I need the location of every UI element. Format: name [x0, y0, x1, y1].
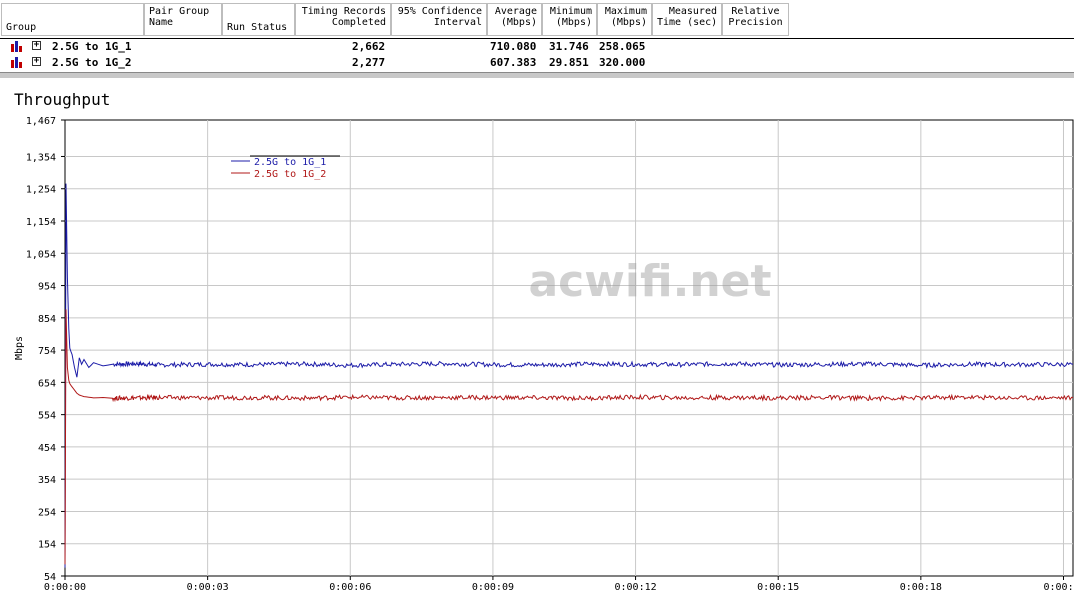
x-tick-label: 0:00:06	[329, 582, 371, 593]
col-header-relative-precision[interactable]: Relative Precision	[722, 3, 789, 36]
y-tick-label: 354	[38, 475, 56, 486]
y-tick-label: 154	[38, 540, 56, 551]
row-group-name: 2.5G to 1G_1	[52, 40, 132, 53]
x-tick-label: 0:00:09	[472, 582, 514, 593]
y-tick-label: 654	[38, 378, 56, 389]
col-header-group[interactable]: Group	[1, 3, 144, 36]
row-group-name: 2.5G to 1G_2	[52, 56, 132, 69]
y-tick-label: 954	[38, 282, 56, 293]
y-tick-label: 1,054	[26, 249, 56, 260]
expand-icon[interactable]: +	[32, 41, 41, 50]
y-tick-label: 1,354	[26, 152, 56, 163]
col-header-measured-time[interactable]: Measured Time (sec)	[652, 3, 722, 36]
y-tick-label: 1,154	[26, 217, 56, 228]
row-maximum: 320.000	[599, 56, 646, 69]
row-records: 2,277	[352, 56, 386, 69]
legend-entry: 2.5G to 1G_1	[254, 157, 326, 168]
row-maximum: 258.065	[599, 40, 646, 53]
x-tick-label: 0:00:2	[1043, 582, 1074, 593]
row-minimum: 31.746	[549, 40, 589, 53]
chart-bars-icon	[11, 57, 22, 68]
col-header-average[interactable]: Average (Mbps)	[487, 3, 542, 36]
watermark: acwifi.net	[528, 256, 771, 307]
expand-icon[interactable]: +	[32, 57, 41, 66]
col-header-confidence-interval[interactable]: 95% Confidence Interval	[391, 3, 487, 36]
y-tick-label: 1,467	[26, 116, 56, 127]
col-header-pair-group-name[interactable]: Pair Group Name	[144, 3, 222, 36]
x-tick-label: 0:00:03	[187, 582, 229, 593]
table-header: Group Pair Group Name Run Status Timing …	[0, 0, 1074, 39]
table-row[interactable]: + 2.5G to 1G_2 2,277 607.383 29.851 320.…	[0, 55, 1074, 70]
y-tick-label: 554	[38, 411, 56, 422]
x-tick-label: 0:00:00	[44, 582, 86, 593]
y-tick-label: 754	[38, 346, 56, 357]
row-records: 2,662	[352, 40, 386, 53]
chart-bars-icon	[11, 41, 22, 52]
results-table: Group Pair Group Name Run Status Timing …	[0, 0, 1074, 80]
y-tick-label: 1,254	[26, 185, 56, 196]
col-header-minimum[interactable]: Minimum (Mbps)	[542, 3, 597, 36]
x-tick-label: 0:00:12	[614, 582, 656, 593]
col-header-maximum[interactable]: Maximum (Mbps)	[597, 3, 652, 36]
col-header-timing-records[interactable]: Timing Records Completed	[295, 3, 391, 36]
col-header-run-status[interactable]: Run Status	[222, 3, 295, 36]
x-tick-label: 0:00:15	[757, 582, 799, 593]
y-tick-label: 254	[38, 507, 56, 518]
row-average: 607.383	[490, 56, 537, 69]
x-tick-label: 0:00:18	[900, 582, 942, 593]
throughput-chart: 1,467 1,354 1,254 1,154 1,054 954 854 754 654 554…	[14, 116, 1074, 593]
legend-entry: 2.5G to 1G_2	[254, 169, 326, 180]
row-minimum: 29.851	[549, 56, 589, 69]
y-tick-label: 854	[38, 314, 56, 325]
table-row[interactable]: + 2.5G to 1G_1 2,662 710.080 31.746 258.…	[0, 39, 1074, 54]
y-axis-label: Mbps	[14, 336, 25, 360]
y-tick-label: 454	[38, 443, 56, 454]
row-average: 710.080	[490, 40, 537, 53]
